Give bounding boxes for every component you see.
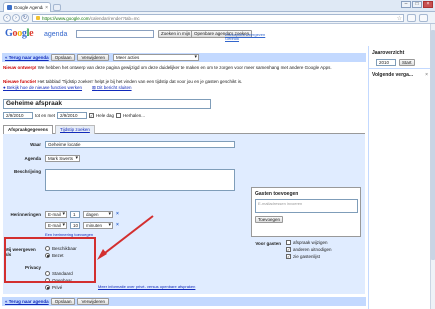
lock-icon bbox=[36, 16, 40, 20]
right-sidebar: Jaaroverzicht × 2010 Start Volgende verg… bbox=[368, 46, 435, 309]
annotation-arrow bbox=[97, 215, 154, 260]
google-header: Google agenda Zoeken in mijn agenda's Op… bbox=[0, 24, 435, 46]
forward-icon[interactable]: › bbox=[12, 14, 20, 22]
browser-tabstrip: Google Agenda × – □ × bbox=[0, 0, 435, 12]
repeat-checkbox[interactable] bbox=[116, 113, 122, 118]
bottom-action-bar: « Terug naar agenda Opslaan Verwijderen bbox=[2, 297, 366, 306]
bookmark-star-icon[interactable]: ☆ bbox=[397, 15, 402, 22]
minimize-button[interactable]: – bbox=[401, 1, 411, 8]
wrench-menu-icon[interactable] bbox=[419, 14, 428, 22]
window-controls: – □ × bbox=[401, 1, 433, 8]
search-input[interactable] bbox=[76, 30, 154, 38]
notice-links: ● Bekijk hoe de nieuwe functies werken ⊠… bbox=[3, 85, 365, 91]
add-guests-title: Gasten toevoegen bbox=[255, 191, 299, 197]
guests-permissions-label: Voor gasten bbox=[255, 241, 281, 246]
url-text: https://www.google.com/calendar/render?t… bbox=[42, 15, 140, 21]
can-invite-label: anderen uitnodigen bbox=[293, 247, 332, 252]
reminder1-type-select[interactable]: E-mail bbox=[45, 211, 67, 218]
save-button-bottom[interactable]: Opslaan bbox=[50, 298, 76, 305]
start-date-input[interactable]: 2/9/2010 bbox=[3, 112, 33, 119]
calendar-select[interactable]: Mark Swerts bbox=[45, 155, 80, 162]
privacy-info-link[interactable]: Meer informatie over privé- versus openb… bbox=[98, 284, 195, 289]
browser-tab-title: Google Agenda bbox=[13, 5, 44, 10]
delete-button-bottom[interactable]: Verwijderen bbox=[77, 298, 109, 305]
new-tab-button[interactable] bbox=[53, 4, 61, 11]
date-row: 2/9/2010 tot en met 2/9/2010 ✓ Hele dag … bbox=[3, 112, 145, 119]
page-menu-icon[interactable] bbox=[407, 14, 416, 22]
private-radio[interactable] bbox=[45, 285, 50, 290]
browser-toolbar: ‹ › ↻ https://www.google.com/calendar/re… bbox=[0, 12, 435, 24]
google-logo[interactable]: Google bbox=[5, 28, 34, 39]
reminder1-value-input[interactable]: 1 bbox=[70, 211, 80, 218]
browser-tab[interactable]: Google Agenda × bbox=[3, 2, 51, 12]
perm-see-list[interactable]: ✓ zie gastenlijst bbox=[286, 254, 320, 259]
reminders-label: Herinneringen bbox=[10, 212, 41, 217]
description-textarea[interactable] bbox=[45, 169, 235, 191]
end-date-input[interactable]: 2/9/2010 bbox=[57, 112, 88, 119]
can-see-list-checkbox[interactable]: ✓ bbox=[286, 254, 291, 259]
perm-invite[interactable]: ✓ anderen uitnodigen bbox=[286, 247, 332, 252]
close-window-button[interactable]: × bbox=[423, 1, 433, 8]
next-meetings-close-icon[interactable]: × bbox=[425, 72, 428, 78]
repeat-label: Herhalen... bbox=[123, 113, 146, 118]
close-message-link[interactable]: ⊠ Dit bericht sluiten bbox=[92, 85, 132, 91]
back-icon[interactable]: ‹ bbox=[3, 14, 11, 22]
event-tabs: Afspraakgegevens Tijdstip zoeken bbox=[3, 124, 365, 135]
perm-modify[interactable]: afspraak wijzigen bbox=[286, 240, 328, 245]
annotation-highlight-box bbox=[4, 237, 96, 283]
maximize-button[interactable]: □ bbox=[412, 1, 422, 8]
add-guest-button[interactable]: Toevoegen bbox=[255, 216, 284, 223]
new-design-notice: Nieuw ontwerp! We hebben het ontwerp van… bbox=[3, 65, 332, 70]
next-meetings-title: Volgende verga... bbox=[372, 72, 414, 78]
can-see-list-label: zie gastenlijst bbox=[293, 254, 321, 259]
year-input[interactable]: 2010 bbox=[376, 59, 396, 66]
calendar-label: Agenda bbox=[24, 156, 41, 161]
all-day-checkbox[interactable]: ✓ bbox=[89, 113, 95, 118]
sidebar-divider bbox=[369, 68, 435, 69]
back-to-calendar-link[interactable]: « Terug naar agenda bbox=[5, 55, 49, 60]
description-label: Beschrijving bbox=[13, 169, 41, 174]
all-day-label: Hele dag bbox=[96, 113, 115, 118]
year-start-button[interactable]: Start bbox=[399, 59, 415, 66]
add-guests-box: Gasten toevoegen E-mailadressen invoeren… bbox=[251, 187, 361, 237]
event-title-input[interactable]: Geheime afspraak bbox=[3, 99, 211, 109]
more-actions-select[interactable]: Meer acties bbox=[112, 54, 199, 61]
page-scrollbar[interactable] bbox=[430, 24, 435, 309]
calendar-favicon-icon bbox=[7, 5, 12, 10]
where-label: Waar bbox=[30, 142, 41, 147]
can-modify-label: afspraak wijzigen bbox=[293, 240, 328, 245]
can-invite-checkbox[interactable]: ✓ bbox=[286, 247, 291, 252]
address-bar[interactable]: https://www.google.com/calendar/render?t… bbox=[32, 14, 404, 22]
until-label: tot en met bbox=[35, 113, 56, 118]
browse-link[interactable]: Gebruik bbox=[225, 36, 239, 41]
reminder2-type-select[interactable]: E-mail bbox=[45, 222, 67, 229]
scrollbar-thumb[interactable] bbox=[431, 30, 435, 260]
tab-close-icon[interactable]: × bbox=[45, 5, 48, 11]
save-button[interactable]: Opslaan bbox=[50, 54, 76, 61]
guest-email-input[interactable]: E-mailadressen invoeren bbox=[255, 199, 358, 213]
reminder2-value-input[interactable]: 10 bbox=[70, 222, 80, 229]
reload-icon[interactable]: ↻ bbox=[21, 14, 29, 22]
where-input[interactable]: Geheime locatie bbox=[45, 141, 235, 148]
view-features-link[interactable]: ● Bekijk hoe de nieuwe functies werken bbox=[3, 85, 82, 91]
private-label: Privé bbox=[52, 285, 63, 290]
tab-find-time[interactable]: Tijdstip zoeken bbox=[55, 125, 95, 134]
back-to-calendar-link-bottom[interactable]: « Terug naar agenda bbox=[5, 299, 49, 304]
can-modify-checkbox[interactable] bbox=[286, 240, 291, 245]
year-overview-title: Jaaroverzicht bbox=[372, 50, 405, 56]
top-action-bar: « Terug naar agenda Opslaan Verwijderen … bbox=[2, 53, 366, 62]
delete-button[interactable]: Verwijderen bbox=[77, 54, 109, 61]
privacy-private[interactable]: Privé bbox=[45, 285, 62, 290]
product-name: agenda bbox=[44, 31, 68, 38]
